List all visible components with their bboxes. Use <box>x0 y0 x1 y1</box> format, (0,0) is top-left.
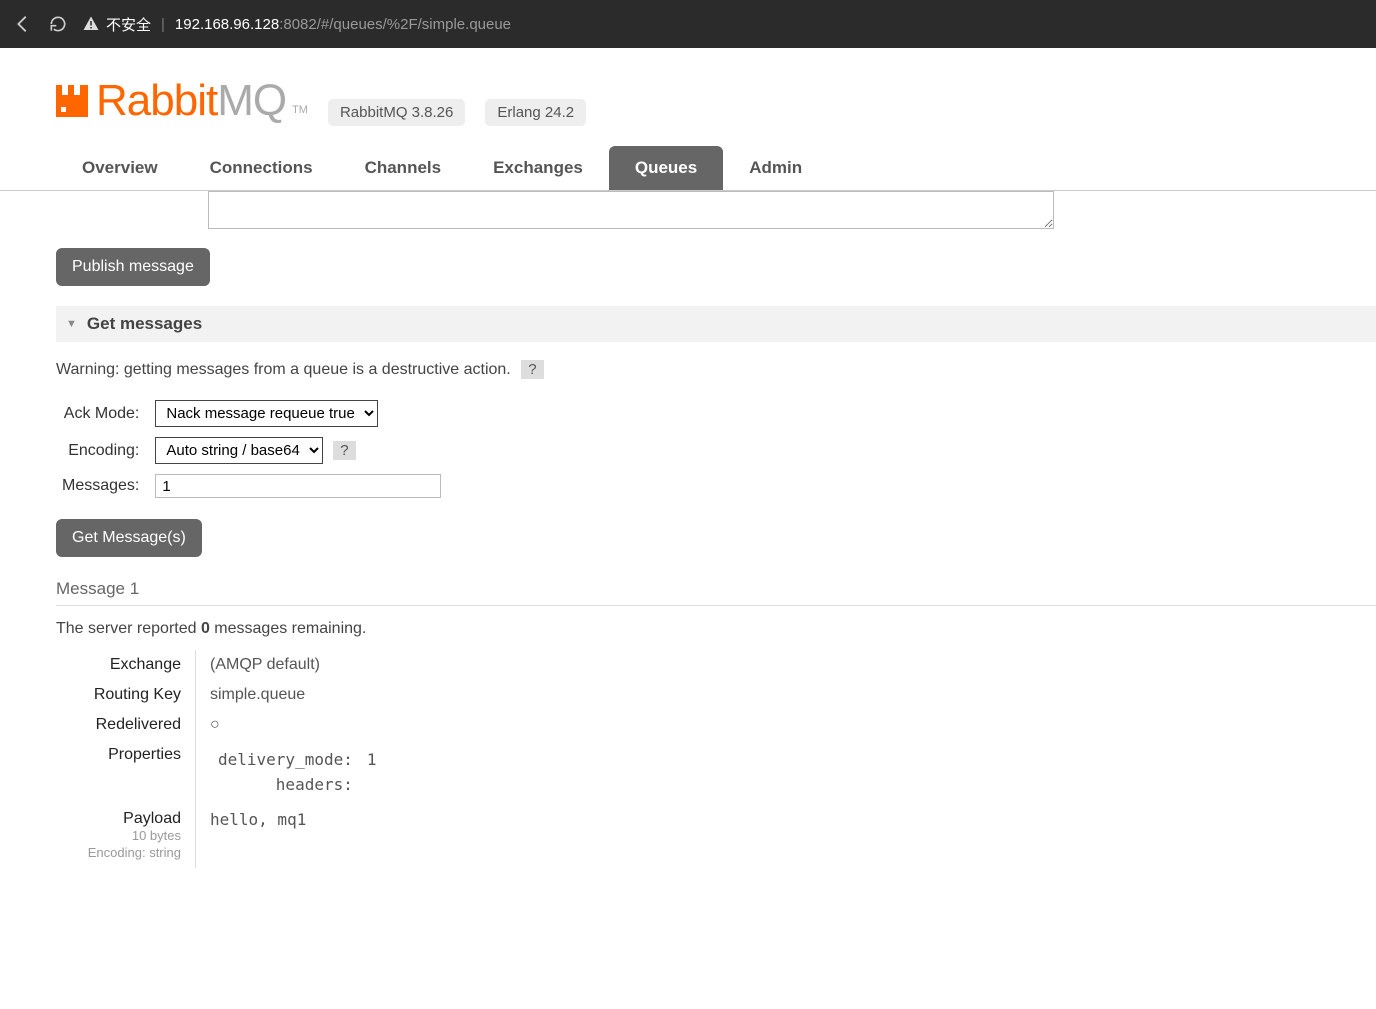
tab-exchanges[interactable]: Exchanges <box>467 146 609 190</box>
rabbitmq-logo-icon <box>56 85 88 117</box>
main-tabs: Overview Connections Channels Exchanges … <box>0 146 1376 191</box>
publish-message-button[interactable]: Publish message <box>56 248 210 286</box>
exchange-value: (AMQP default) <box>196 650 399 680</box>
tab-overview[interactable]: Overview <box>56 146 184 190</box>
payload-label: Payload 10 bytes Encoding: string <box>56 804 196 868</box>
messages-count-label: Messages: <box>56 469 149 503</box>
get-messages-warning: Warning: getting messages from a queue i… <box>56 360 1376 379</box>
encoding-select[interactable]: Auto string / base64 <box>155 437 323 464</box>
tab-connections[interactable]: Connections <box>184 146 339 190</box>
tab-queues[interactable]: Queues <box>609 146 723 190</box>
redelivered-label: Redelivered <box>56 710 196 740</box>
payload-encoding: Encoding: string <box>70 845 181 862</box>
url-host: 192.168.96.128 <box>175 16 279 33</box>
encoding-help-icon[interactable]: ? <box>333 441 355 460</box>
tab-channels[interactable]: Channels <box>339 146 468 190</box>
reload-icon[interactable] <box>48 14 68 34</box>
get-messages-title: Get messages <box>87 314 202 334</box>
message-result-title: Message 1 <box>56 579 1376 599</box>
warning-text: Warning: getting messages from a queue i… <box>56 361 511 378</box>
warning-help-icon[interactable]: ? <box>521 360 543 379</box>
not-secure-warning: 不安全 <box>82 14 151 35</box>
get-messages-button[interactable]: Get Message(s) <box>56 519 202 557</box>
message-details-table: Exchange (AMQP default) Routing Key simp… <box>56 650 399 868</box>
headers-value <box>361 773 383 796</box>
erlang-version-badge: Erlang 24.2 <box>485 99 586 126</box>
url-text: 192.168.96.128:8082/#/queues/%2F/simple.… <box>175 16 511 33</box>
get-messages-section-header[interactable]: ▼ Get messages <box>56 306 1376 342</box>
table-row: Payload 10 bytes Encoding: string hello,… <box>56 804 399 868</box>
trademark-symbol: TM <box>292 104 308 126</box>
not-secure-label: 不安全 <box>106 14 151 35</box>
delivery-mode-value: 1 <box>361 748 383 771</box>
page-header: RabbitMQ TM RabbitMQ 3.8.26 Erlang 24.2 <box>0 48 1376 140</box>
delivery-mode-key: delivery_mode: <box>212 748 359 771</box>
exchange-label: Exchange <box>56 650 196 680</box>
table-row: Exchange (AMQP default) <box>56 650 399 680</box>
remaining-messages-line: The server reported 0 messages remaining… <box>56 620 1376 638</box>
address-bar[interactable]: 不安全 | 192.168.96.128:8082/#/queues/%2F/s… <box>82 14 511 35</box>
chevron-down-icon: ▼ <box>66 318 77 330</box>
routing-key-value: simple.queue <box>196 680 399 710</box>
rabbitmq-logo-text: RabbitMQ <box>96 76 286 126</box>
encoding-label: Encoding: <box>56 432 149 469</box>
warning-icon <box>82 15 100 33</box>
headers-key: headers: <box>212 773 359 796</box>
browser-chrome: 不安全 | 192.168.96.128:8082/#/queues/%2F/s… <box>0 0 1376 48</box>
back-icon[interactable] <box>12 13 34 35</box>
ack-mode-select[interactable]: Nack message requeue true <box>155 400 378 427</box>
address-separator: | <box>161 16 165 33</box>
properties-value: delivery_mode: 1 headers: <box>196 740 399 804</box>
ack-mode-label: Ack Mode: <box>56 395 149 432</box>
redelivered-value: ○ <box>196 710 399 740</box>
table-row: Redelivered ○ <box>56 710 399 740</box>
table-row: Routing Key simple.queue <box>56 680 399 710</box>
rabbitmq-logo[interactable]: RabbitMQ TM <box>56 76 308 126</box>
routing-key-label: Routing Key <box>56 680 196 710</box>
payload-bytes: 10 bytes <box>70 828 181 845</box>
get-messages-form: Ack Mode: Nack message requeue true Enco… <box>56 395 447 503</box>
messages-count-input[interactable] <box>155 474 441 498</box>
properties-label: Properties <box>56 740 196 804</box>
url-path: :8082/#/queues/%2F/simple.queue <box>279 16 511 33</box>
divider <box>56 605 1376 606</box>
payload-value: hello, mq1 <box>196 804 399 868</box>
publish-payload-textarea[interactable] <box>208 191 1054 229</box>
rabbitmq-version-badge: RabbitMQ 3.8.26 <box>328 99 465 126</box>
tab-admin[interactable]: Admin <box>723 146 828 190</box>
table-row: Properties delivery_mode: 1 headers: <box>56 740 399 804</box>
